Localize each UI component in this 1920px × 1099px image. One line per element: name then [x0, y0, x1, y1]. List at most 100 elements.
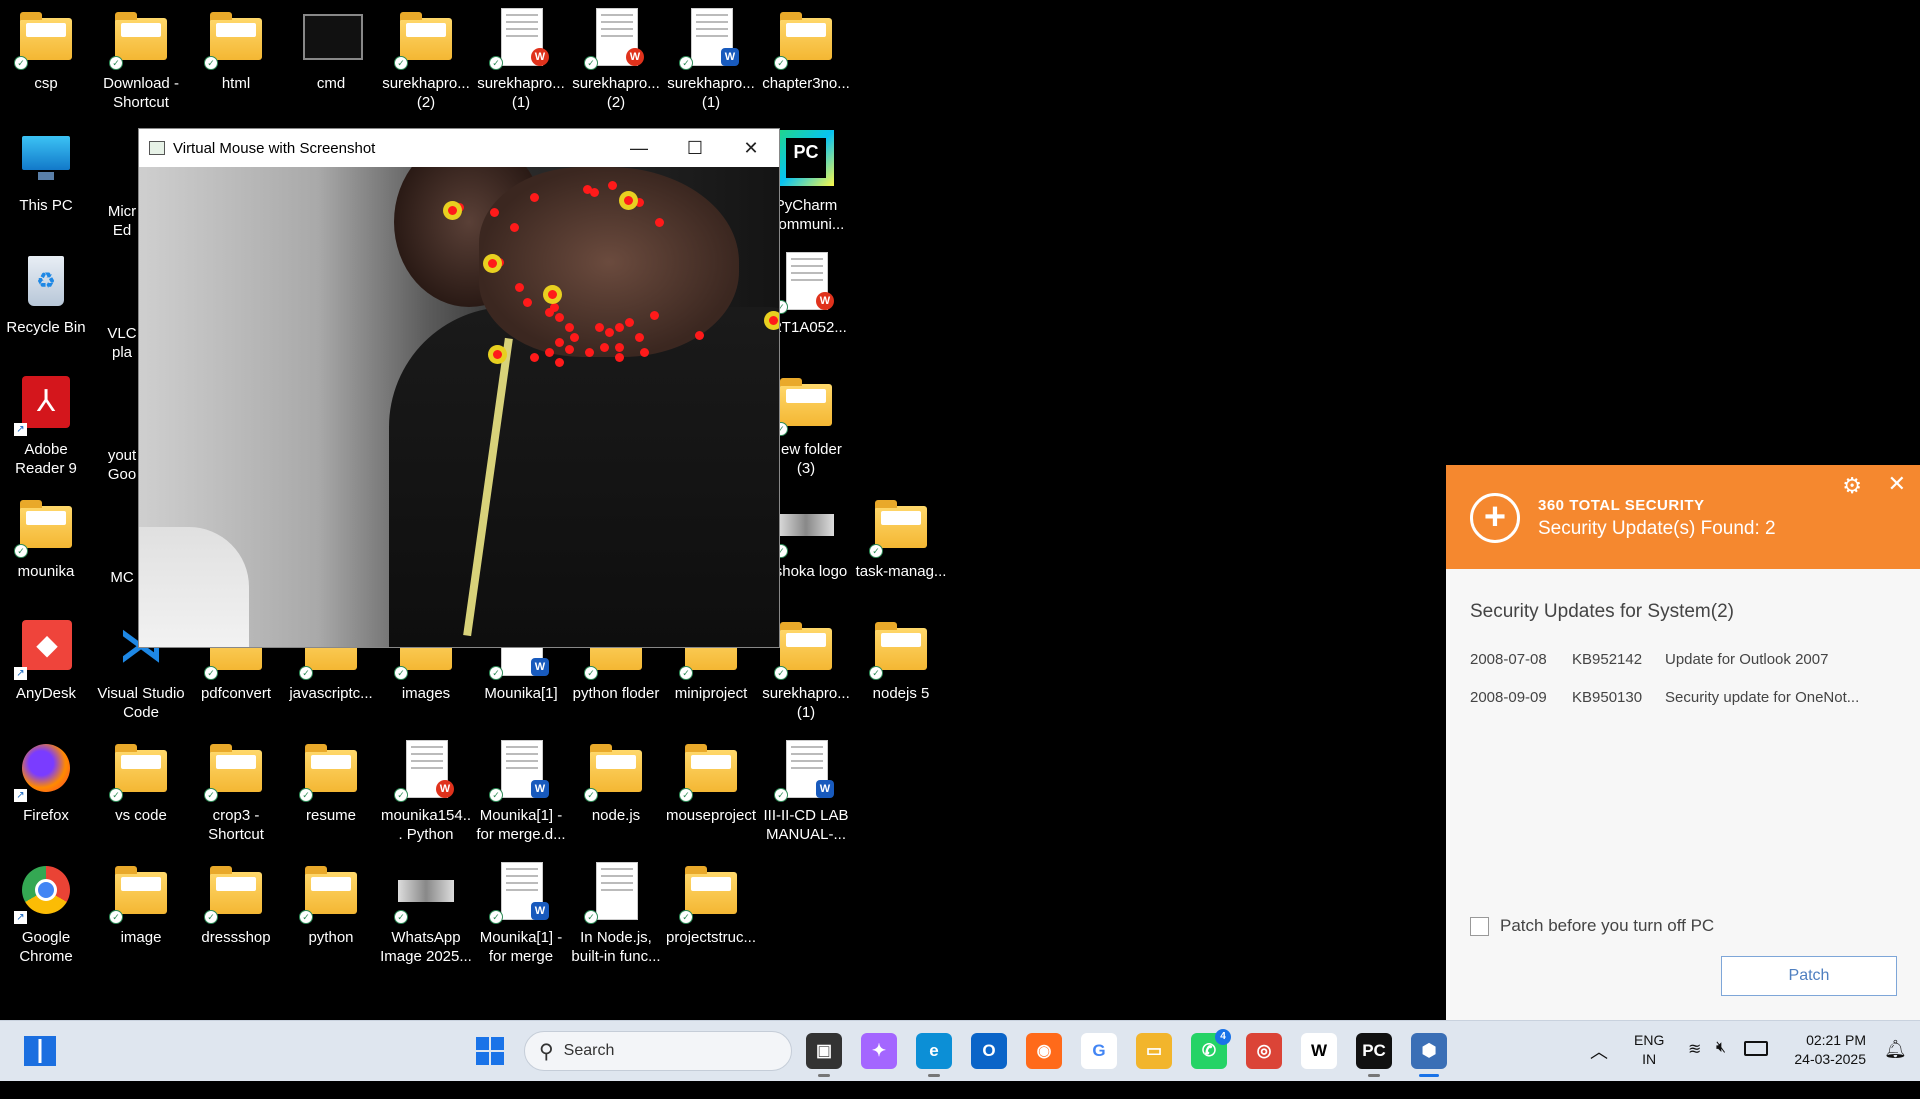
desktop-icon-label-partial[interactable]: VLC pla [102, 324, 142, 362]
volume-muted-icon[interactable]: 🔇︎ [1716, 1039, 1726, 1099]
desktop-icon-image: ✓ [109, 740, 171, 802]
clock[interactable]: 02:21 PM 24-03-2025 [1786, 1031, 1866, 1091]
virtual-mouse-window[interactable]: Virtual Mouse with Screenshot — ☐ ✕ [138, 128, 780, 648]
patch-button[interactable]: Patch [1721, 956, 1897, 996]
desktop-icon[interactable]: ✓ task-manag... [855, 496, 947, 581]
taskbar-whatsapp-icon[interactable]: ✆ 4 [1191, 1029, 1231, 1069]
desktop-icon[interactable]: ✓ crop3 - Shortcut [190, 740, 282, 844]
notification-bell-icon[interactable]: 🔔︎ [1884, 1039, 1907, 1099]
desktop-icon-image: ✓ [204, 740, 266, 802]
desktop-icon[interactable]: ↗ Firefox [0, 740, 92, 825]
minimize-button[interactable]: — [611, 129, 667, 167]
desktop-icon[interactable]: ✓ mounika [0, 496, 92, 581]
running-indicator [928, 1074, 940, 1077]
taskbar-copilot-icon[interactable]: ✦ [861, 1033, 897, 1069]
taskbar-chrome-icon[interactable]: ◎ [1246, 1033, 1282, 1069]
desktop-icon-label: task-manag... [855, 563, 947, 580]
desktop-icon[interactable]: ◆ ↗ AnyDesk [0, 618, 92, 703]
desktop-icon[interactable]: W ✓ III-II-CD LAB MANUAL-... [760, 740, 852, 844]
taskbar-pycharm-icon[interactable]: PC [1356, 1033, 1392, 1077]
language-indicator[interactable]: ENG IN [1634, 1031, 1664, 1091]
desktop-icon-image: ✓ [679, 740, 741, 802]
start-button[interactable] [476, 1037, 504, 1065]
running-indicator [818, 1074, 830, 1077]
desktop-icon-image: W ✓ [679, 8, 741, 70]
maximize-button[interactable]: ☐ [667, 129, 723, 167]
desktop-icon[interactable]: ✓ projectstruc... [665, 862, 757, 947]
word-badge-icon: W [531, 902, 549, 920]
wifi-icon[interactable]: ≋ [1688, 1039, 1701, 1099]
sync-check-icon: ✓ [679, 666, 693, 680]
landmark-point [615, 323, 624, 332]
desktop-icon-label: nodejs 5 [872, 685, 930, 702]
desktop-icon[interactable]: ✓ chapter3no... [760, 8, 852, 93]
close-button[interactable]: ✕ [723, 129, 779, 167]
desktop-icon-label-partial[interactable]: yout Goo [102, 446, 142, 484]
update-date: 2008-07-08 [1470, 651, 1547, 668]
desktop-icon[interactable]: W ✓ surekhapro... (1) [475, 8, 567, 112]
landmark-point [523, 298, 532, 307]
desktop-icon[interactable]: cmd [285, 8, 377, 93]
desktop-icon-image: ✓ [774, 374, 836, 436]
desktop-icon[interactable]: This PC [0, 130, 92, 215]
webcam-person-body [389, 307, 779, 647]
desktop-icon[interactable]: ✓ mouseproject [665, 740, 757, 825]
taskbar-wikipedia-icon[interactable]: W [1301, 1033, 1337, 1069]
desktop-icon[interactable]: ✓ resume [285, 740, 377, 825]
desktop-icon[interactable]: W ✓ Mounika[1] - for merge [475, 862, 567, 966]
desktop-icon[interactable]: W ✓ mounika154... Python [380, 740, 472, 844]
desktop-icon-label: mounika154... Python [380, 807, 472, 843]
desktop-icon-label-partial[interactable]: MC [102, 568, 142, 587]
desktop-icon[interactable]: W ✓ Mounika[1] - for merge.d... [475, 740, 567, 844]
desktop-icon[interactable]: ✓ node.js [570, 740, 662, 825]
desktop-icon[interactable]: W ✓ surekhapro... (2) [570, 8, 662, 112]
sync-check-icon: ✓ [774, 788, 788, 802]
wps-badge-icon: W [531, 48, 549, 66]
desktop-icon[interactable]: ♻ Recycle Bin [0, 252, 92, 337]
desktop-icon[interactable]: ✓ dressshop [190, 862, 282, 947]
landmark-point [590, 188, 599, 197]
desktop-icon[interactable]: ✓ image [95, 862, 187, 947]
desktop-icon[interactable]: ⅄ ↗ Adobe Reader 9 [0, 374, 92, 478]
sync-check-icon: ✓ [394, 666, 408, 680]
taskbar-edge-icon[interactable]: e [916, 1033, 952, 1077]
desktop-icon-image: ✓ [394, 862, 456, 924]
sync-check-icon: ✓ [204, 666, 218, 680]
desktop-icon[interactable]: ✓ python [285, 862, 377, 947]
desktop-icon[interactable]: W ✓ surekhapro... (1) [665, 8, 757, 112]
checkbox-box[interactable] [1470, 916, 1489, 936]
widgets-icon[interactable] [24, 1036, 56, 1066]
desktop-icon[interactable]: ✓ vs code [95, 740, 187, 825]
desktop-icon[interactable]: ✓ nodejs 5 [855, 618, 947, 703]
taskbar-python-icon[interactable]: ⬢ [1411, 1033, 1447, 1077]
fingertip-marker [548, 290, 557, 299]
desktop-icon[interactable]: ✓ html [190, 8, 282, 93]
clock-time: 02:21 PM [1806, 1032, 1866, 1048]
desktop-icon[interactable]: ✓ surekhapro... (2) [380, 8, 472, 112]
desktop-icon[interactable]: ↗ Google Chrome [0, 862, 92, 966]
landmark-point [595, 323, 604, 332]
update-date: 2008-09-09 [1470, 689, 1547, 706]
desktop-icon[interactable]: ✓ csp [0, 8, 92, 93]
patch-on-shutdown-checkbox[interactable]: Patch before you turn off PC [1470, 916, 1714, 936]
desktop-icon-label: Mounika[1] - for merge.d... [476, 807, 566, 843]
taskbar-outlook-icon[interactable]: O [971, 1033, 1007, 1069]
window-title-bar[interactable]: Virtual Mouse with Screenshot — ☐ ✕ [139, 129, 779, 167]
shortcut-arrow-icon: ↗ [14, 911, 27, 924]
show-hidden-icons[interactable]: ︿ [1590, 1038, 1608, 1098]
desktop-icon[interactable]: ✓ Download - Shortcut [95, 8, 187, 112]
battery-icon[interactable] [1744, 1041, 1768, 1056]
taskbar-file-explorer-icon[interactable]: ▭ [1136, 1033, 1172, 1069]
taskbar-google-icon[interactable]: G [1081, 1033, 1117, 1069]
taskbar-search[interactable]: ⚲ Search [524, 1031, 792, 1071]
desktop-icon[interactable]: ✓ WhatsApp Image 2025... [380, 862, 472, 966]
folder-icon [115, 744, 167, 792]
desktop-icon[interactable]: ✓ In Node.js, built-in func... [570, 862, 662, 966]
desktop-icon-label-partial[interactable]: Micr Ed [102, 202, 142, 240]
sync-check-icon: ✓ [489, 910, 503, 924]
gear-icon[interactable]: ⚙ [1842, 473, 1862, 499]
close-icon[interactable]: ✕ [1888, 471, 1906, 497]
taskbar-file-explorer-dark-icon[interactable]: ▣ [806, 1033, 842, 1077]
taskbar-firefox-icon[interactable]: ◉ [1026, 1033, 1062, 1069]
sync-check-icon: ✓ [109, 56, 123, 70]
